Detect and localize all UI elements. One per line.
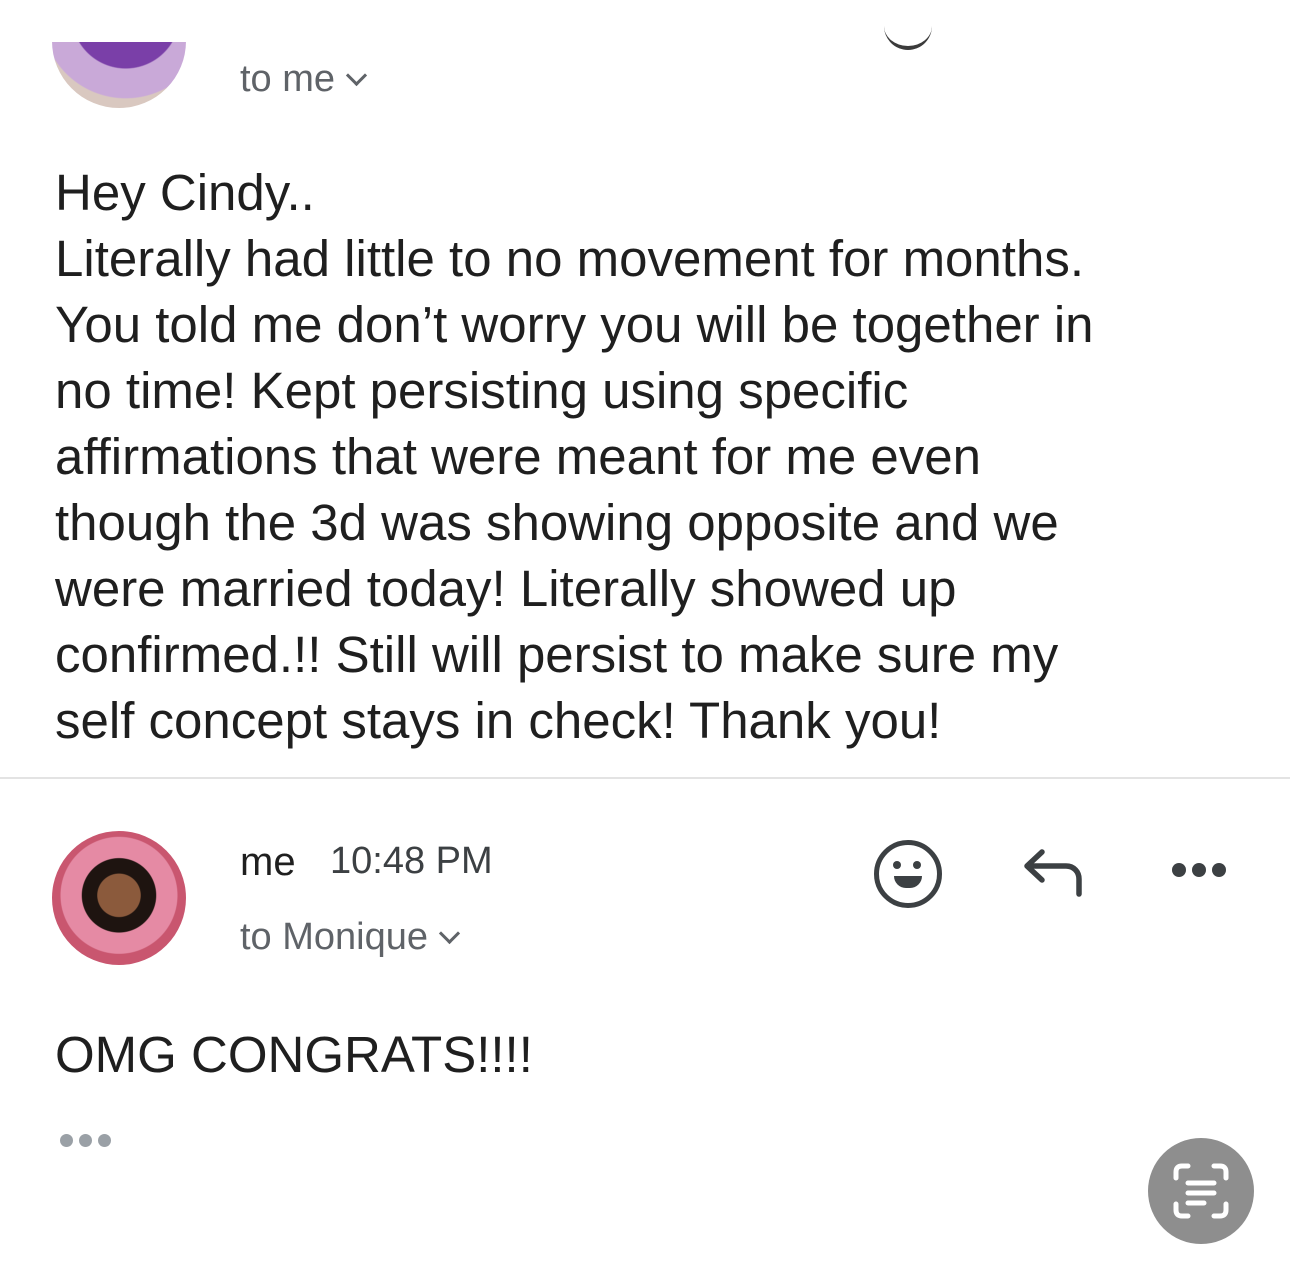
my-avatar[interactable] (52, 831, 186, 965)
chevron-down-icon (438, 922, 461, 945)
dot (79, 1134, 92, 1147)
body-line: were married today! Literally showed up (55, 560, 957, 617)
dot (60, 1134, 73, 1147)
emoji-reaction-icon[interactable] (874, 840, 942, 908)
reply-body: OMG CONGRATS!!!! (55, 1026, 533, 1083)
recipient-label: to me (240, 58, 336, 100)
emoji-mouth (894, 876, 922, 888)
body-line: self concept stays in check! Thank you! (55, 692, 942, 749)
recipient-dropdown[interactable]: to me (240, 58, 368, 101)
reply-arrow-icon[interactable] (1022, 846, 1084, 898)
reply-arrow-svg (1024, 849, 1082, 897)
message-body: Hey Cindy.. Literally had little to no m… (55, 160, 1265, 754)
body-line: Hey Cindy.. (55, 164, 315, 221)
body-line: affirmations that were meant for me even (55, 428, 981, 485)
body-line: though the 3d was showing opposite and w… (55, 494, 1059, 551)
reply-recipient-dropdown[interactable]: to Monique (240, 916, 461, 959)
dot (1192, 863, 1206, 877)
more-horizontal-icon[interactable] (1172, 862, 1228, 878)
dot (98, 1134, 111, 1147)
partial-icon (884, 22, 932, 50)
show-trimmed-content-icon[interactable] (60, 1134, 116, 1148)
emoji-eye (893, 861, 901, 869)
emoji-eye (913, 861, 921, 869)
dot (1212, 863, 1226, 877)
body-line: no time! Kept persisting using specific (55, 362, 909, 419)
dot (1172, 863, 1186, 877)
body-line: confirmed.!! Still will persist to make … (55, 626, 1059, 683)
reply-timestamp: 10:48 PM (330, 840, 493, 882)
live-text-scan-icon[interactable] (1148, 1138, 1254, 1244)
reply-sender-name: me (240, 840, 296, 884)
chevron-down-icon (345, 64, 368, 87)
top-crop-area (0, 0, 1290, 42)
body-line: Literally had little to no movement for … (55, 230, 1084, 287)
body-line: You told me don’t worry you will be toge… (55, 296, 1094, 353)
reply-recipient-label: to Monique (240, 916, 429, 958)
message-divider (0, 777, 1290, 779)
live-text-svg (1173, 1163, 1229, 1219)
